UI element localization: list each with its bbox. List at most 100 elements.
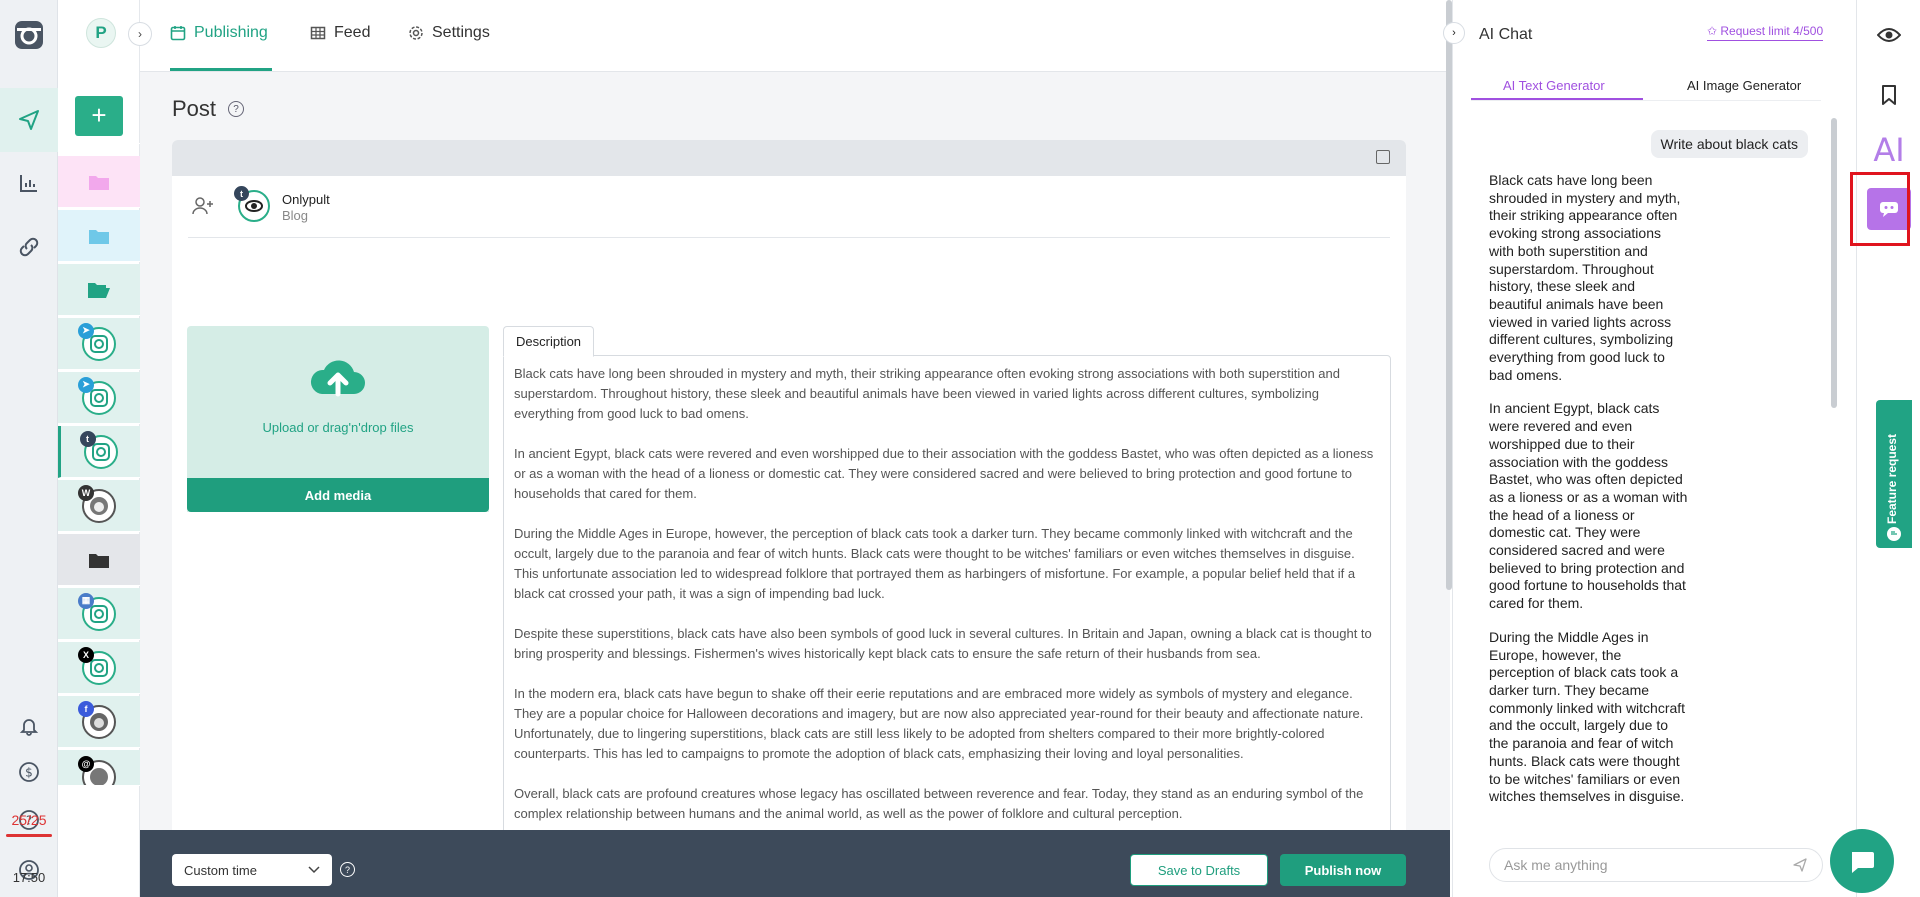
left-rail: $ ? 25/25 17:50 (0, 0, 58, 897)
folder-blue[interactable] (58, 210, 140, 262)
account-telegram-1[interactable]: ➤ (58, 318, 140, 370)
tab-publishing[interactable]: Publishing (170, 24, 268, 42)
ai-chat-title: AI Chat (1479, 26, 1533, 43)
account-avatar: ➤ (78, 376, 116, 415)
account-avatar: ▦ (78, 592, 116, 631)
card-header (172, 140, 1406, 176)
analytics-nav-icon[interactable] (0, 158, 58, 208)
account-tumblr-selected[interactable]: t (58, 426, 140, 478)
post-limit-bar (6, 834, 52, 837)
account-avatar: t (79, 430, 118, 469)
page-title-text: Post (172, 96, 217, 121)
account-avatar[interactable]: t (234, 186, 270, 222)
account-avatar: X (78, 646, 116, 685)
feature-request-tab[interactable]: Feature request (1876, 400, 1912, 548)
current-time: 17:50 (12, 870, 46, 885)
tab-description[interactable]: Description (503, 326, 595, 357)
tab-publishing-label: Publishing (194, 24, 268, 41)
schedule-select-value: Custom time (184, 862, 257, 878)
account-threads[interactable]: @ (58, 750, 140, 786)
tab-feed[interactable]: Feed (310, 24, 370, 42)
tab-settings-label: Settings (432, 24, 490, 41)
description-paragraph: In the modern era, black cats have begun… (514, 686, 1364, 761)
collapse-panel-chevron-icon[interactable]: › (1443, 22, 1465, 44)
chat-bubble-icon (1887, 527, 1901, 541)
folder-icon (89, 175, 109, 190)
description-paragraph: Black cats have long been shrouded in my… (514, 366, 1340, 421)
feature-request-label: Feature request (1885, 433, 1899, 524)
expand-sidebar-chevron-icon[interactable]: › (128, 22, 152, 46)
tab-settings[interactable]: Settings (408, 24, 490, 42)
threads-icon: @ (78, 756, 94, 772)
description-paragraph: During the Middle Ages in Europe, howeve… (514, 526, 1356, 601)
create-post-cell: + (58, 88, 140, 144)
support-chat-button[interactable] (1830, 829, 1894, 893)
description-textarea[interactable]: Black cats have long been shrouded in my… (503, 355, 1391, 840)
app-logo-icon[interactable] (0, 12, 58, 58)
workspace-avatar[interactable]: P (86, 18, 116, 48)
top-nav: Publishing Feed Settings (140, 0, 1450, 72)
description-paragraph: Despite these superstitions, black cats … (514, 626, 1372, 661)
account-name: Onlypult (282, 192, 330, 207)
ai-chat-scrollbar[interactable] (1831, 118, 1837, 408)
billing-dollar-icon[interactable]: $ (0, 754, 58, 790)
schedule-help-icon[interactable]: ? (340, 862, 355, 877)
wordpress-icon: W (78, 484, 94, 501)
account-avatar: W (78, 484, 116, 523)
ai-chat-input[interactable]: Ask me anything (1489, 848, 1823, 882)
send-icon[interactable] (1792, 857, 1808, 873)
ai-assistant-button[interactable]: AI (1857, 128, 1920, 172)
ai-assistant-label: AI (1873, 131, 1905, 169)
selected-accounts-row: t Onlypult Blog (188, 176, 1390, 238)
grid-icon (310, 26, 326, 40)
bookmark-icon[interactable] (1857, 78, 1920, 112)
folder-icon (89, 553, 109, 568)
request-limit-link[interactable]: ✩ Request limit 4/500 (1707, 24, 1824, 41)
schedule-select[interactable]: Custom time (172, 854, 332, 886)
eye-logo-icon (245, 200, 263, 212)
telegram-icon: ➤ (78, 376, 94, 393)
post-limit-text: 25/25 (11, 812, 47, 828)
account-wordpress[interactable]: W (58, 480, 140, 532)
notifications-bell-icon[interactable] (0, 708, 58, 744)
gear-icon (409, 26, 423, 40)
upload-text: Upload or drag'n'drop files (262, 420, 414, 435)
publish-now-button[interactable]: Publish now (1280, 854, 1406, 886)
description-paragraph: In ancient Egypt, black cats were revere… (514, 446, 1374, 501)
copy-icon[interactable] (1376, 150, 1390, 164)
add-media-button[interactable]: Add media (187, 478, 489, 512)
main-content: Post ? t Onlypult Blog Upload or drag'n'… (140, 72, 1450, 840)
page-title: Post ? (172, 96, 245, 122)
preview-eye-icon[interactable] (1857, 18, 1920, 52)
ai-chat-input-placeholder: Ask me anything (1504, 857, 1608, 873)
tab-ai-text-generator[interactable]: AI Text Generator (1503, 78, 1605, 93)
description-paragraph: Overall, black cats are profound creatur… (514, 786, 1364, 821)
account-x[interactable]: X (58, 642, 140, 694)
publishing-nav-icon[interactable] (0, 88, 58, 152)
folder-open-green[interactable] (58, 264, 140, 316)
tab-ai-image-generator[interactable]: AI Image Generator (1687, 78, 1801, 93)
ai-response-paragraph: During the Middle Ages in Europe, howeve… (1489, 628, 1686, 805)
help-icon[interactable]: ? (228, 101, 245, 117)
link-nav-icon[interactable] (0, 222, 58, 272)
telegram-icon: ➤ (78, 322, 94, 339)
accounts-column: P + ➤ ➤ t W ▦ X f @ (58, 0, 140, 897)
save-drafts-button[interactable]: Save to Drafts (1130, 854, 1268, 886)
user-message-bubble: Write about black cats (1650, 130, 1808, 158)
account-telegram-2[interactable]: ➤ (58, 372, 140, 424)
post-card: t Onlypult Blog Upload or drag'n'drop fi… (172, 140, 1406, 840)
ai-response: Black cats have long been shrouded in my… (1489, 172, 1689, 836)
create-post-button[interactable]: + (75, 95, 123, 136)
folder-pink[interactable] (58, 156, 140, 208)
upload-cloud-icon (310, 360, 365, 397)
account-facebook[interactable]: f (58, 696, 140, 748)
folder-dark[interactable] (58, 534, 140, 586)
bottom-action-bar: Custom time ? Save to Drafts Publish now (140, 830, 1450, 897)
blogger-icon: ▦ (78, 592, 94, 609)
add-user-icon[interactable] (192, 196, 214, 216)
account-blogger[interactable]: ▦ (58, 588, 140, 640)
chat-icon (1852, 852, 1874, 873)
request-limit-text: Request limit 4/500 (1720, 24, 1824, 38)
ai-chat-panel: › AI Chat ✩ Request limit 4/500 AI Text … (1443, 0, 1856, 897)
folder-open-icon (88, 282, 110, 298)
